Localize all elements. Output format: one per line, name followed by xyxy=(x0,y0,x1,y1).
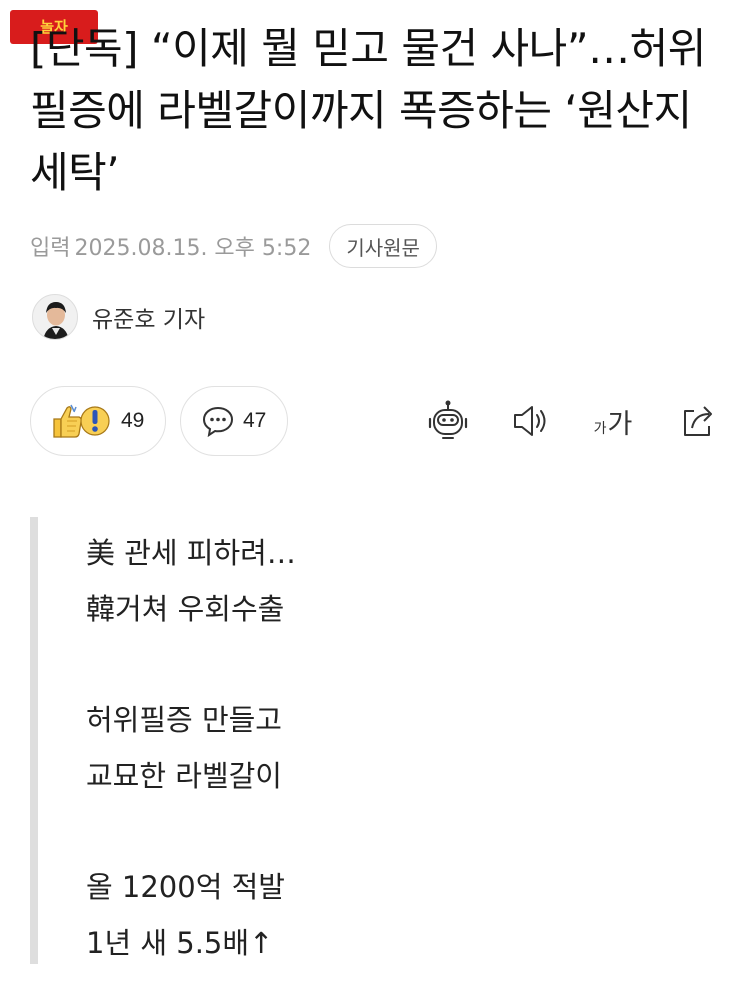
font-size-icon: 가가 xyxy=(594,402,633,441)
article-meta: 입력 2025.08.15. 오후 5:52 기사원문 xyxy=(30,224,437,268)
like-count: 49 xyxy=(121,409,145,432)
robot-summary-icon xyxy=(428,400,468,439)
font-large-glyph: 가 xyxy=(607,408,633,440)
font-small-glyph: 가 xyxy=(593,420,607,437)
author-name: 유준호 기자 xyxy=(92,307,206,333)
article-headline: [단독] “이제 뭘 믿고 물건 사나”…허위필증에 라벨갈이까지 폭증하는 ‘… xyxy=(30,24,706,197)
original-article-button[interactable]: 기사원문 xyxy=(329,224,437,268)
font-size-button[interactable]: 가가 xyxy=(588,396,638,446)
speaker-icon xyxy=(514,406,546,436)
comment-icon xyxy=(202,406,234,437)
publish-date: 2025.08.15. 오후 5:52 xyxy=(74,236,312,261)
quote-line: 허위필증 만들고 xyxy=(86,703,282,737)
share-button[interactable] xyxy=(674,396,722,446)
quote-spacer xyxy=(86,637,296,692)
quote-line: 교묘한 라벨갈이 xyxy=(86,759,282,793)
comment-button[interactable]: 47 xyxy=(180,386,288,456)
author-avatar xyxy=(32,294,78,340)
quote-line: 올 1200억 적발 xyxy=(86,870,285,904)
text-to-speech-button[interactable] xyxy=(506,396,554,446)
author-byline[interactable]: 유준호 기자 xyxy=(32,294,205,340)
quote-line: 美 관세 피하려… xyxy=(86,536,296,570)
share-icon xyxy=(684,406,712,436)
article-summary-quote: 美 관세 피하려… 韓거쳐 우회수출 허위필증 만들고 교묘한 라벨갈이 올 1… xyxy=(30,517,720,964)
quote-line: 1년 새 5.5배↑ xyxy=(86,926,274,960)
quote-line: 韓거쳐 우회수출 xyxy=(86,592,285,626)
avatar-icon xyxy=(33,295,77,339)
date-label: 입력 xyxy=(30,236,71,261)
thumbs-up-icon xyxy=(53,404,110,438)
comment-count: 47 xyxy=(243,409,267,432)
reaction-button[interactable]: 49 xyxy=(30,386,166,456)
quote-lines: 美 관세 피하려… 韓거쳐 우회수출 허위필증 만들고 교묘한 라벨갈이 올 1… xyxy=(86,525,296,971)
ai-summary-button[interactable] xyxy=(424,396,472,446)
quote-spacer xyxy=(86,804,296,859)
